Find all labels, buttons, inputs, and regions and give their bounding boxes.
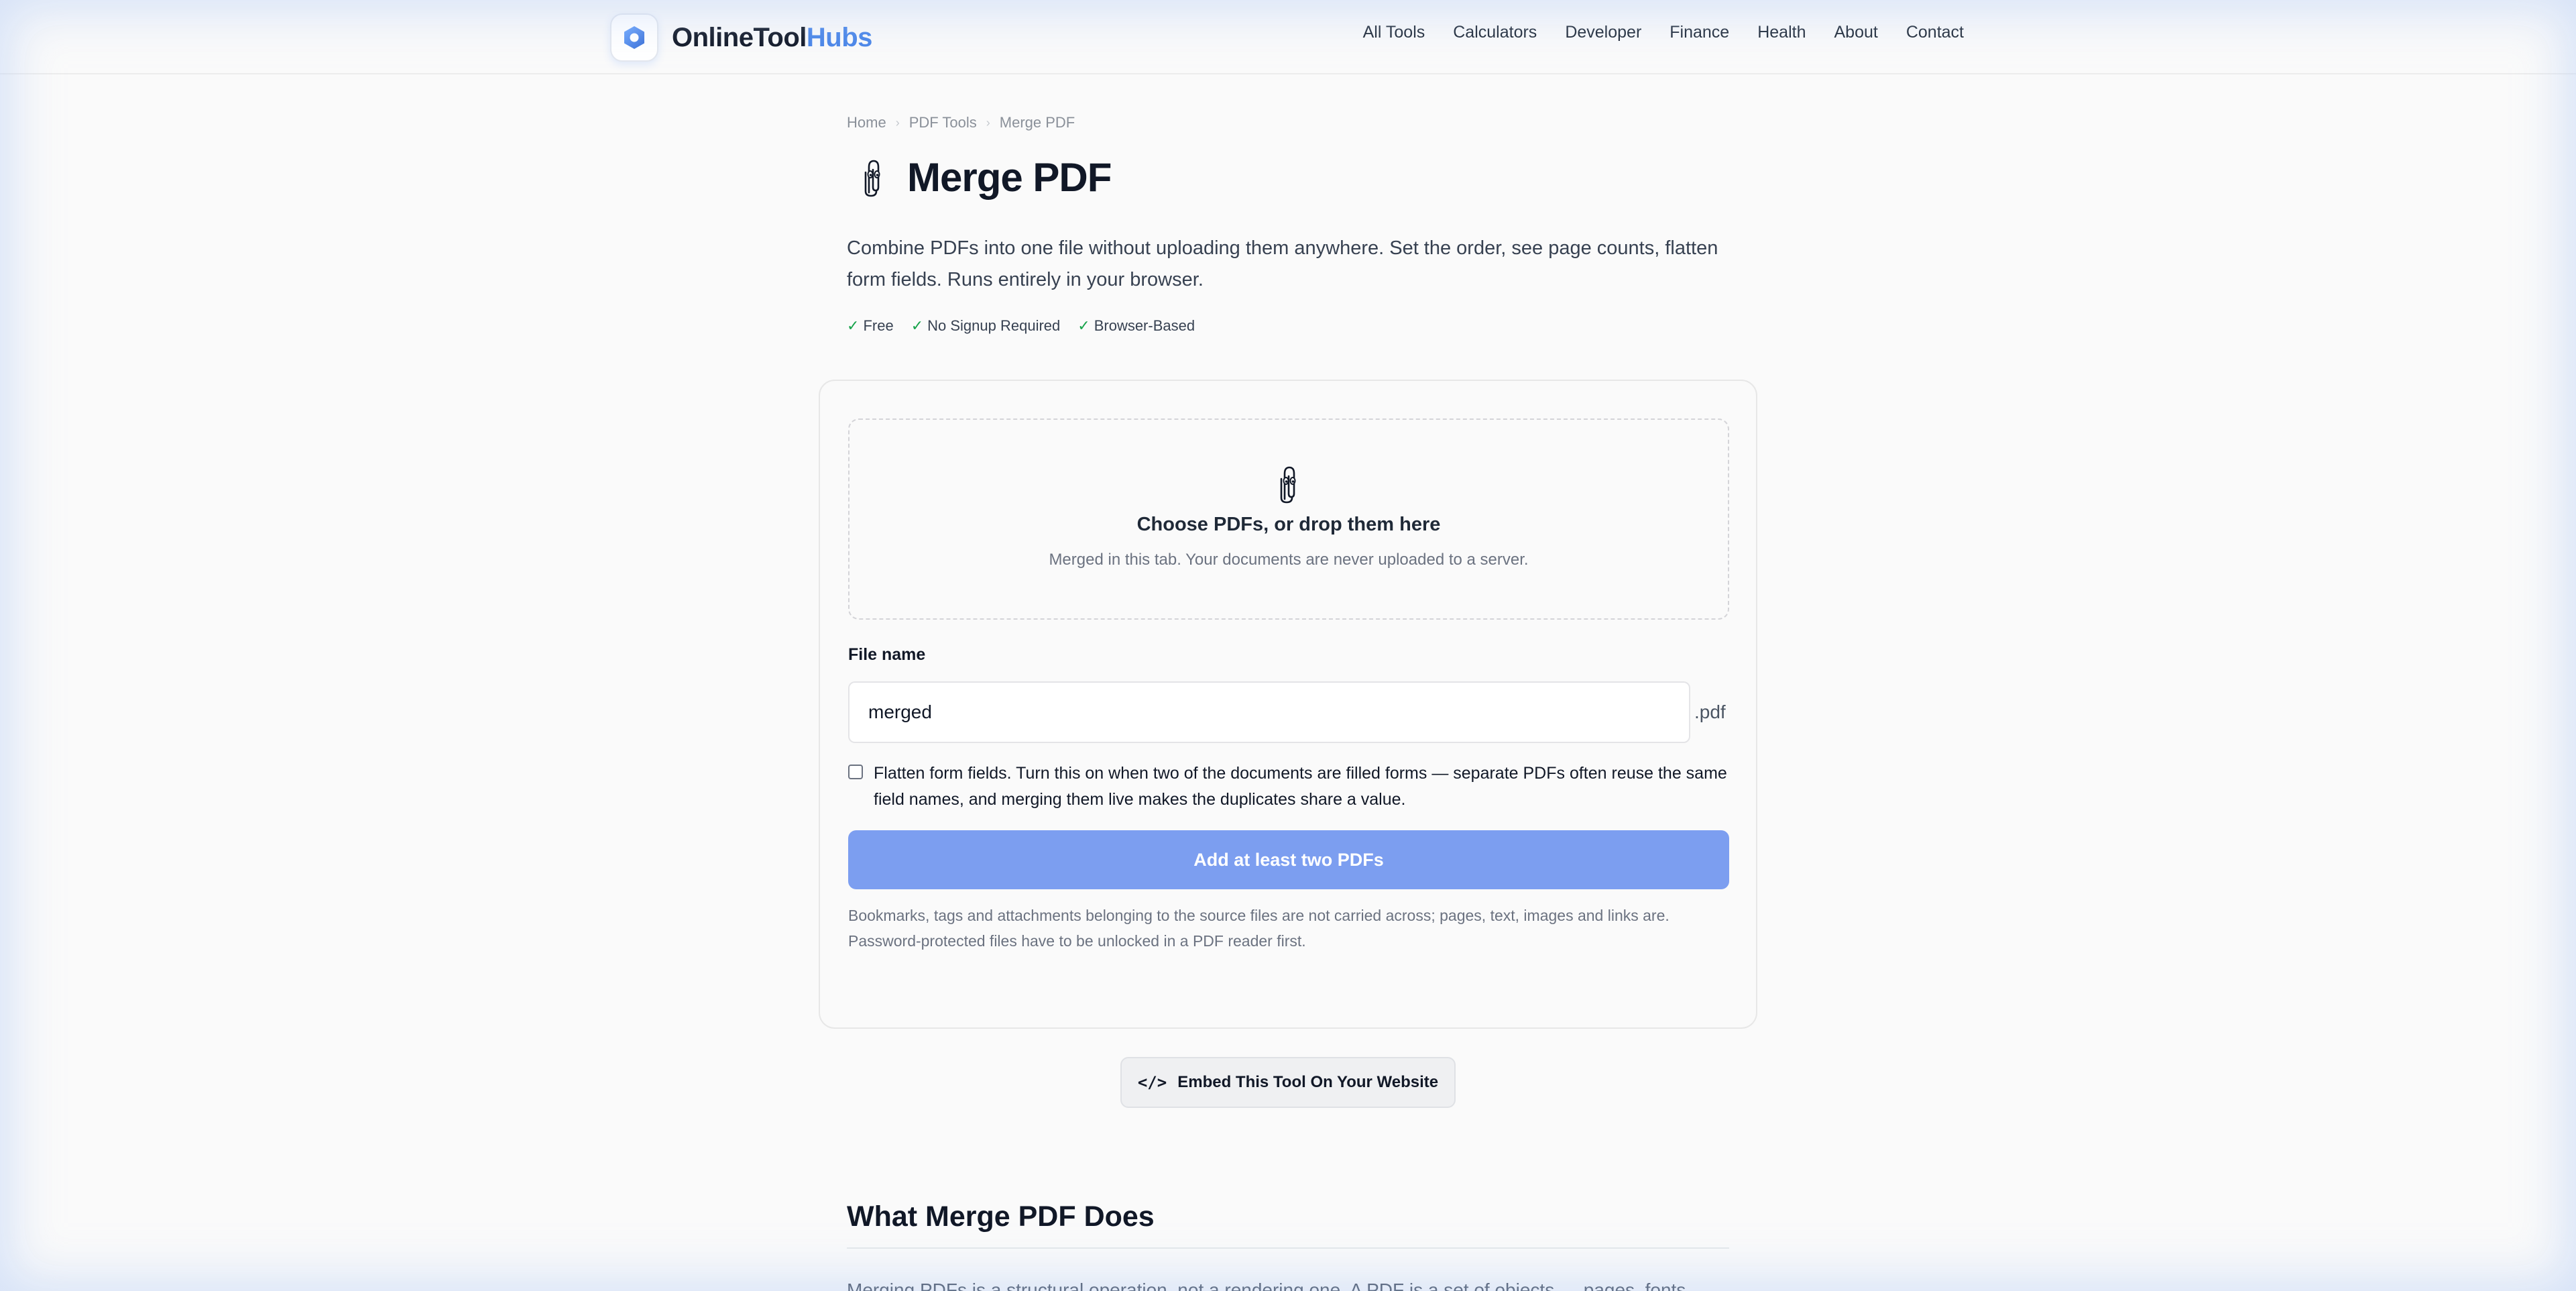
paperclip-icon: [850, 464, 1728, 504]
checkmark-icon: ✓: [911, 317, 924, 334]
file-name-input[interactable]: [848, 681, 1690, 743]
dropzone-subtitle: Merged in this tab. Your documents are n…: [1049, 551, 1529, 569]
checkmark-icon: ✓: [847, 317, 860, 334]
flatten-label: Flatten form fields. Turn this on when t…: [874, 764, 1727, 809]
nav-about[interactable]: About: [1834, 23, 1877, 42]
breadcrumb-separator-icon: ›: [895, 115, 900, 129]
paperclip-icon: [856, 157, 890, 199]
checkmark-icon: ✓: [1077, 317, 1090, 334]
nav-finance[interactable]: Finance: [1670, 23, 1729, 42]
breadcrumb-separator-icon: ›: [986, 115, 990, 129]
page-title: Merge PDF: [907, 155, 1112, 200]
embed-label: Embed This Tool On Your Website: [1177, 1073, 1439, 1091]
merge-button[interactable]: Add at least two PDFs: [848, 830, 1729, 889]
section-title: What Merge PDF Does: [847, 1200, 1155, 1233]
badge-free: ✓ Free: [847, 317, 894, 334]
page-description: Combine PDFs into one file without uploa…: [847, 237, 1718, 290]
breadcrumb: Home › PDF Tools › Merge PDF: [847, 114, 1729, 131]
badge-browser-based: ✓ Browser-Based: [1077, 317, 1195, 334]
site-logo[interactable]: OnlineToolHubs: [610, 13, 872, 62]
main-content: Home › PDF Tools › Merge PDF Merge PDF C…: [847, 114, 1729, 335]
file-name-label: File name: [848, 645, 926, 664]
breadcrumb-current: Merge PDF: [999, 114, 1075, 131]
nav-health[interactable]: Health: [1757, 23, 1806, 42]
embed-tool-button[interactable]: </> Embed This Tool On Your Website: [1120, 1057, 1456, 1108]
nav-developer[interactable]: Developer: [1565, 23, 1641, 42]
flatten-checkbox[interactable]: [848, 765, 863, 779]
site-header: OnlineToolHubs All Tools Calculators Dev…: [0, 0, 2576, 74]
file-dropzone[interactable]: Choose PDFs, or drop them here Merged in…: [848, 418, 1729, 620]
flatten-option: Flatten form fields. Turn this on when t…: [848, 761, 1729, 813]
badge-no-signup: ✓ No Signup Required: [911, 317, 1061, 334]
dropzone-title: Choose PDFs, or drop them here: [1136, 514, 1441, 535]
nav-contact[interactable]: Contact: [1906, 23, 1964, 42]
section-divider: [847, 1247, 1729, 1249]
nav-calculators[interactable]: Calculators: [1453, 23, 1537, 42]
logo-text: OnlineToolHubs: [672, 22, 872, 52]
merge-note: Bookmarks, tags and attachments belongin…: [848, 907, 1670, 950]
breadcrumb-home[interactable]: Home: [847, 114, 886, 131]
file-extension: .pdf: [1694, 701, 1726, 722]
feature-badges: ✓ Free ✓ No Signup Required ✓ Browser-Based: [847, 317, 1729, 335]
main-nav: All Tools Calculators Developer Finance …: [1363, 23, 1964, 42]
hexagon-logo-icon: [610, 13, 658, 62]
breadcrumb-pdf-tools[interactable]: PDF Tools: [909, 114, 977, 131]
title-row: Merge PDF: [847, 154, 1729, 201]
code-icon: </>: [1137, 1073, 1167, 1092]
nav-all-tools[interactable]: All Tools: [1363, 23, 1425, 42]
tool-card: Choose PDFs, or drop them here Merged in…: [819, 380, 1757, 1029]
section-text: Merging PDFs is a structural operation, …: [847, 1280, 1686, 1291]
